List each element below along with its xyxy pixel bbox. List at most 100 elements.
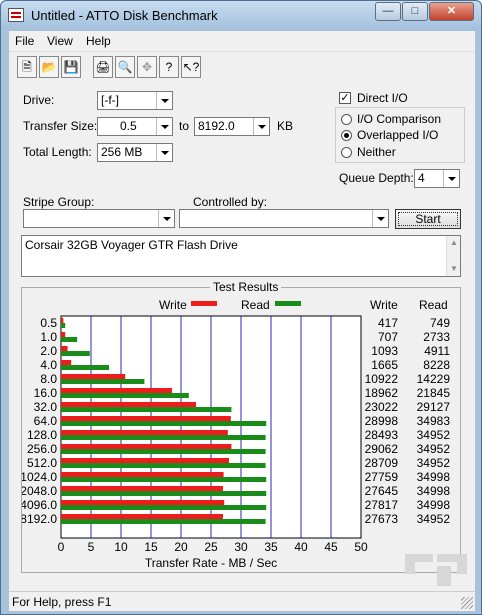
transfer-to-value: 8192.0 (198, 119, 235, 133)
chevron-down-icon (443, 170, 459, 187)
neither-label: Neither (357, 145, 396, 159)
read-value-label: 2733 (423, 330, 450, 344)
kb-label: KB (277, 119, 294, 133)
legend-read-label: Read (241, 298, 270, 312)
legend-write-label: Write (159, 298, 187, 312)
write-bar (61, 374, 126, 379)
x-tick-label: 30 (234, 540, 248, 554)
read-value-label: 4911 (424, 344, 450, 358)
overlapped-io-label: Overlapped I/O (357, 128, 439, 142)
write-value-label: 28709 (365, 456, 399, 470)
x-tick-label: 0 (58, 540, 65, 554)
read-value-label: 14229 (417, 372, 451, 386)
read-bar (61, 519, 266, 524)
test-results-panel: Test Results Write Read Write Read 0.5 41… (20, 280, 461, 573)
resize-grip[interactable] (461, 597, 473, 609)
read-bar (61, 435, 266, 440)
y-category-label: 512.0 (27, 456, 57, 470)
x-tick-label: 50 (354, 540, 368, 554)
move-icon[interactable]: ✥ (137, 56, 157, 78)
drive-value: [-f-] (101, 93, 119, 107)
help-icon[interactable]: ? (159, 56, 179, 78)
write-value-label: 417 (378, 316, 398, 330)
drive-select[interactable]: [-f-] (97, 91, 173, 110)
y-category-label: 256.0 (27, 442, 57, 456)
x-tick-label: 45 (324, 540, 338, 554)
queue-depth-value: 4 (418, 171, 425, 185)
x-tick-label: 20 (174, 540, 188, 554)
app-window: Untitled - ATTO Disk Benchmark — □ ✕ Fil… (0, 0, 482, 615)
read-bar (61, 505, 267, 510)
read-value-label: 21845 (417, 386, 451, 400)
write-value-label: 28998 (365, 414, 399, 428)
scroll-up-icon[interactable]: ▲ (450, 238, 458, 247)
queue-depth-select[interactable]: 4 (414, 169, 460, 188)
read-value-label: 34952 (417, 442, 451, 456)
y-category-label: 2048.0 (22, 484, 57, 498)
read-value-label: 34998 (417, 484, 451, 498)
transfer-size-to-select[interactable]: 8192.0 (194, 117, 270, 136)
read-value-label: 34998 (417, 470, 451, 484)
y-category-label: 8192.0 (22, 512, 57, 526)
write-value-label: 10922 (365, 372, 399, 386)
write-value-label: 27759 (365, 470, 399, 484)
io-comparison-label: I/O Comparison (357, 112, 442, 126)
legend-read-swatch (275, 301, 301, 306)
print-icon[interactable]: 🖨 (93, 56, 113, 78)
read-bar (61, 407, 232, 412)
description-text: Corsair 32GB Voyager GTR Flash Drive (25, 238, 238, 252)
maximize-button[interactable]: □ (402, 2, 428, 21)
minimize-button[interactable]: — (375, 2, 401, 21)
overlapped-io-radio[interactable] (341, 130, 352, 141)
io-comparison-radio[interactable] (341, 114, 352, 125)
write-bar (61, 486, 223, 491)
controlled-by-select[interactable] (179, 209, 389, 228)
title-bar[interactable]: Untitled - ATTO Disk Benchmark — □ ✕ (1, 1, 481, 30)
description-field[interactable]: Corsair 32GB Voyager GTR Flash Drive ▲ ▼ (21, 235, 461, 277)
x-tick-label: 25 (204, 540, 218, 554)
direct-io-label: Direct I/O (357, 91, 408, 105)
close-button[interactable]: ✕ (429, 2, 474, 21)
write-bar (61, 444, 232, 449)
write-value-label: 27673 (365, 512, 399, 526)
write-bar (61, 318, 64, 323)
open-folder-icon[interactable]: 📂 (39, 56, 59, 78)
total-length-select[interactable]: 256 MB (97, 143, 173, 162)
start-button[interactable]: Start (395, 209, 461, 229)
read-value-label: 34952 (417, 456, 451, 470)
menu-file[interactable]: File (15, 34, 34, 48)
context-help-icon[interactable]: ↖? (181, 56, 201, 78)
direct-io-checkbox[interactable]: ✓ (339, 92, 351, 104)
y-category-label: 4.0 (40, 358, 57, 372)
total-length-value: 256 MB (101, 145, 143, 159)
legend-write-swatch (191, 301, 217, 306)
write-value-label: 18962 (365, 386, 399, 400)
neither-radio[interactable] (341, 147, 352, 158)
write-value-label: 29062 (365, 442, 399, 456)
x-axis-label: Transfer Rate - MB / Sec (145, 556, 277, 570)
description-scrollbar[interactable]: ▲ ▼ (446, 236, 460, 276)
transfer-size-label: Transfer Size: (23, 119, 98, 133)
scroll-down-icon[interactable]: ▼ (450, 264, 458, 273)
new-file-icon[interactable]: 🗎 (17, 56, 37, 78)
menu-view[interactable]: View (47, 34, 73, 48)
write-value-label: 1093 (371, 344, 398, 358)
write-bar (61, 346, 68, 351)
write-column-header: Write (370, 298, 398, 312)
print-preview-icon[interactable]: 🔍 (115, 56, 135, 78)
transfer-size-from-select[interactable]: 0.5 (97, 117, 173, 136)
read-value-label: 34998 (417, 498, 451, 512)
read-bar (61, 379, 145, 384)
read-value-label: 34952 (417, 428, 451, 442)
chevron-down-icon (253, 118, 269, 135)
read-bar (61, 365, 109, 370)
menu-bar: File View Help (9, 31, 475, 51)
save-icon[interactable]: 💾 (61, 56, 81, 78)
write-bar (61, 388, 172, 393)
x-tick-label: 35 (264, 540, 278, 554)
read-bar (61, 323, 66, 328)
stripe-group-select[interactable] (23, 209, 175, 228)
menu-help[interactable]: Help (86, 34, 111, 48)
y-category-label: 1.0 (40, 330, 57, 344)
write-bar (61, 402, 196, 407)
